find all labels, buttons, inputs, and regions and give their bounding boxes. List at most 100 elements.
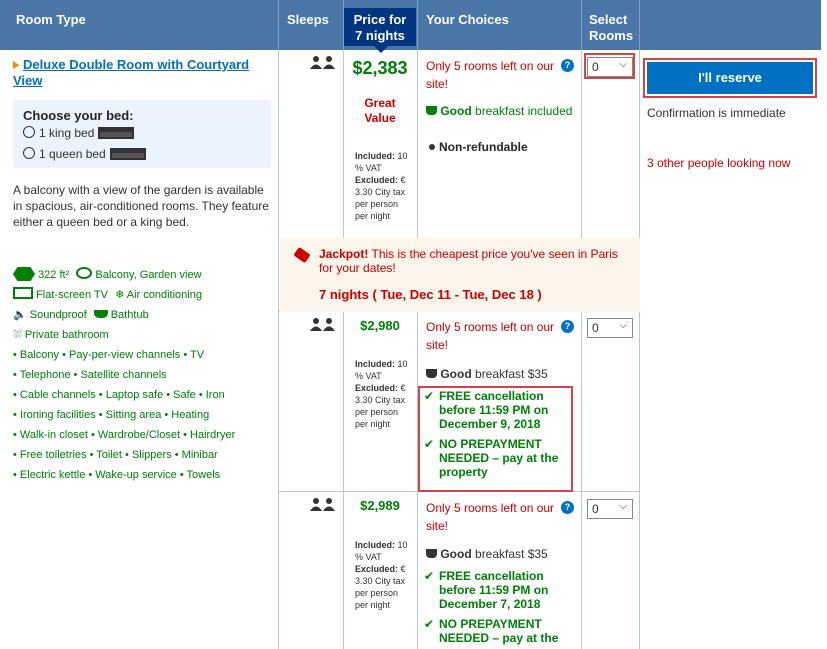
select-value: 0 [592,502,599,516]
room-size: 322 ft² [38,269,70,281]
jackpot-dates: 7 nights ( Tue, Dec 11 - Tue, Dec 18 ) [319,287,542,302]
bathtub-icon [93,310,108,318]
facilities-line: • Cable channels • Laptop safe • Safe • … [13,389,225,401]
offer3-price: $2,989 [360,498,400,513]
offer3-rooms-left: Only 5 rooms left on our site! ? [426,499,576,535]
feature-row: 322 ft² Balcony, Garden view [13,265,275,285]
highlight-box [584,53,635,79]
no-prepayment: NO PREPAYMENT NEEDED – pay at the [439,617,559,645]
radio-queen[interactable] [23,147,35,159]
excluded-label: Excluded: [355,175,399,185]
included-label: Included: [355,151,395,161]
offer3-breakfast: Good breakfast $35 [426,547,548,561]
header-your-choices: Your Choices [426,12,509,27]
chevron-down-icon: ⌵ [619,320,627,331]
header-divider [417,0,418,50]
chevron-down-icon: ⌵ [619,501,627,512]
choose-bed-label: Choose your bed: [23,108,134,123]
view-icon [76,267,93,279]
facilities-line: • Walk-in closet • Wardrobe/Closet • Hai… [13,429,236,441]
facilities-line: • Telephone • Satellite channels [13,369,167,381]
balcony-view: Balcony, Garden view [95,269,202,281]
breakfast-good: Good [440,547,472,561]
free-cancellation: FREE cancellation before 11:59 PM on Dec… [439,569,549,611]
bullet-icon [429,144,435,150]
header-price-line1: Price for [353,12,407,27]
bed-option-king[interactable]: 1 king bed [23,126,135,140]
cup-icon [426,369,437,378]
breakfast-good: Good [440,104,472,118]
excluded-label: Excluded: [355,383,399,393]
offer2-rooms-left: Only 5 rooms left on our site! ? [426,318,576,354]
two-persons-icon [310,318,336,332]
non-refundable: Non-refundable [439,140,528,154]
jackpot-bold: Jackpot! [319,247,369,261]
header-price: Price for 7 nights [344,8,416,53]
header-room-type: Room Type [16,12,86,27]
offer3-taxes: Included: 10 % VAT Excluded: € 3.30 City… [355,539,413,611]
header-select-line1: Select [589,12,628,27]
private-bathroom: Private bathroom [24,329,109,341]
offer2-room-select[interactable]: 0 ⌵ [587,318,633,338]
offer1-breakfast: Good breakfast included [426,104,576,119]
included-label: Included: [355,540,395,550]
breakfast-rest: breakfast included [475,104,573,118]
breakfast-rest: breakfast $35 [475,367,548,381]
feature-row: ⛆ Private bathroom [13,325,275,345]
header-divider [278,0,279,50]
reserve-button[interactable]: I'll reserve [647,62,813,94]
rooms-left-text: Only 5 rooms left on our site! [426,501,555,533]
facilities-line: • Free toiletries • Toilet • Slippers • … [13,449,218,461]
header-select-line2: Rooms [589,28,634,43]
info-icon[interactable]: ? [561,59,574,72]
feature-row: 🔈 Soundproof Bathtub [13,305,275,325]
breakfast-rest: breakfast $35 [475,547,548,561]
people-looking: 3 other people looking now [647,156,791,170]
header-price-line2: 7 nights [355,28,405,43]
confirmation-text: Confirmation is immediate [647,106,786,120]
bed-option-queen[interactable]: 1 queen bed [23,147,146,161]
offer1-great-value: Great Value [364,96,396,125]
soundproof: Soundproof [29,309,87,321]
room-description: A balcony with a view of the garden is a… [13,183,269,229]
offer1-policy: Non-refundable [429,140,528,154]
rooms-left-text: Only 5 rooms left on our site! [426,320,555,352]
column-divider [639,50,640,649]
room-title-link[interactable]: Deluxe Double Room with Courtyard View [13,57,263,89]
column-divider [343,312,344,649]
info-icon[interactable]: ? [561,501,574,514]
bed-icon [109,148,146,160]
info-icon[interactable]: ? [561,320,574,333]
shower-icon: ⛆ [13,329,22,341]
jackpot-banner: Jackpot! This is the cheapest price you'… [280,238,640,312]
speaker-icon: 🔈 [13,309,27,321]
header-sleeps: Sleeps [287,12,329,27]
two-persons-icon [310,56,336,70]
radio-king[interactable] [23,126,35,138]
header-select-rooms: Select Rooms [589,12,633,44]
bed-icon [98,127,135,139]
offer1-price: $2,383 [352,58,408,78]
rooms-left-text: Only 5 rooms left on our site! [426,59,555,91]
excluded-label: Excluded: [355,564,399,574]
snowflake-icon: ❄ [115,289,125,301]
header-divider [581,0,582,50]
facilities-line: • Balcony • Pay-per-view channels • TV [13,349,205,361]
offer3-room-select[interactable]: 0 ⌵ [587,499,633,519]
bed-king-label: 1 king bed [39,126,95,140]
offer3-cancellation: ✔ FREE cancellation before 11:59 PM on D… [424,569,564,611]
header-divider [639,0,640,50]
facilities-line: • Ironing facilities • Sitting area • He… [13,409,210,421]
offer2-price: $2,980 [360,318,400,333]
air-conditioning: Air conditioning [126,289,202,301]
cup-icon [426,549,437,558]
breakfast-good: Good [440,367,472,381]
room-size-icon [13,267,35,281]
offer3-prepayment: ✔ NO PREPAYMENT NEEDED – pay at the [424,617,564,645]
tv-icon [13,287,33,299]
tag-icon [293,246,311,264]
feature-row: Flat-screen TV ❄ Air conditioning [13,285,275,305]
cup-icon [426,106,437,115]
column-divider [581,50,582,238]
offer1-rooms-left: Only 5 rooms left on our site! ? [426,57,576,93]
